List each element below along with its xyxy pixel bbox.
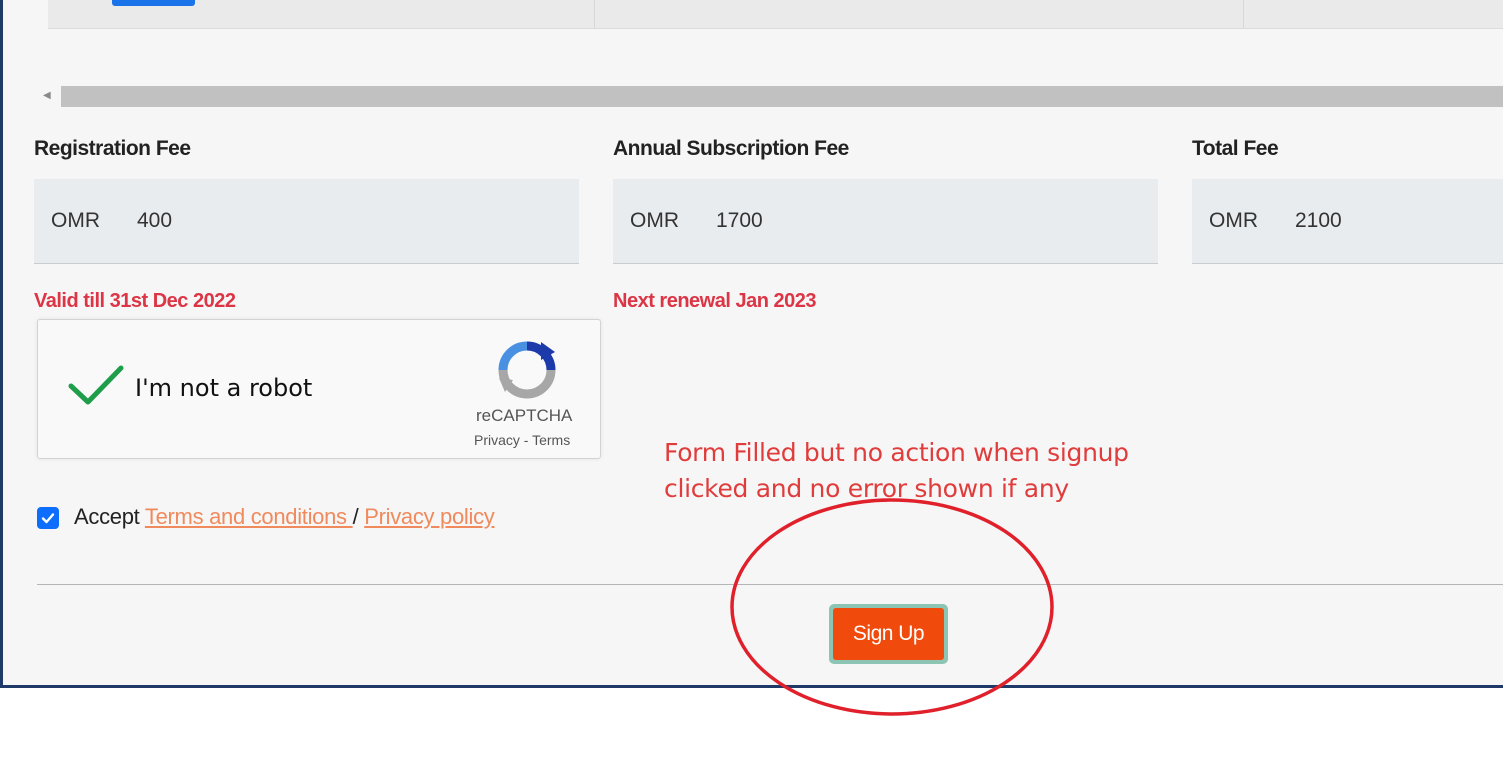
renewal-note: Next renewal Jan 2023 <box>613 290 816 312</box>
table-cell <box>595 0 1244 28</box>
registration-fee-label: Registration Fee <box>34 137 191 160</box>
currency-label: OMR <box>630 209 679 232</box>
recaptcha-logo-icon <box>497 340 557 405</box>
terms-conditions-link[interactable]: Terms and conditions <box>145 504 353 529</box>
currency-label: OMR <box>1209 209 1258 232</box>
registration-fee-field: OMR 400 <box>34 179 579 264</box>
recaptcha-terms-link[interactable]: Terms <box>532 432 570 448</box>
annual-fee-field: OMR 1700 <box>613 179 1158 264</box>
checkmark-icon[interactable] <box>68 364 124 413</box>
accept-terms-checkbox[interactable] <box>37 507 59 529</box>
table-action-button[interactable] <box>112 0 195 6</box>
link-separator: / <box>352 504 365 529</box>
total-fee-label: Total Fee <box>1192 137 1279 160</box>
annotation-ellipse <box>730 498 1054 716</box>
recaptcha-link-separator: - <box>519 432 533 448</box>
total-fee-value: 2100 <box>1295 209 1342 232</box>
scrollbar-thumb[interactable] <box>61 86 1503 107</box>
scroll-left-icon[interactable]: ◀ <box>43 91 51 101</box>
recaptcha-privacy-link[interactable]: Privacy <box>474 432 520 448</box>
recaptcha-brand: reCAPTCHA <box>476 406 573 425</box>
annotation-line: Form Filled but no action when signup <box>664 438 1129 467</box>
registration-fee-value: 400 <box>137 209 173 232</box>
privacy-policy-link[interactable]: Privacy policy <box>364 504 495 529</box>
checkbox-check-icon <box>41 513 55 524</box>
horizontal-scrollbar[interactable]: ◀ <box>37 86 1503 107</box>
recaptcha-links: Privacy - Terms <box>474 432 570 448</box>
recaptcha-widget: I'm not a robot reCAPTCHA Privacy - Term… <box>37 319 601 459</box>
accept-label: Accept <box>74 504 145 529</box>
currency-label: OMR <box>51 209 100 232</box>
total-fee-field: OMR 2100 <box>1192 179 1503 264</box>
recaptcha-label: I'm not a robot <box>135 374 313 402</box>
annual-fee-value: 1700 <box>716 209 763 232</box>
annual-fee-label: Annual Subscription Fee <box>613 137 849 160</box>
table-bottom-row <box>48 0 1503 29</box>
validity-note: Valid till 31st Dec 2022 <box>34 290 236 312</box>
